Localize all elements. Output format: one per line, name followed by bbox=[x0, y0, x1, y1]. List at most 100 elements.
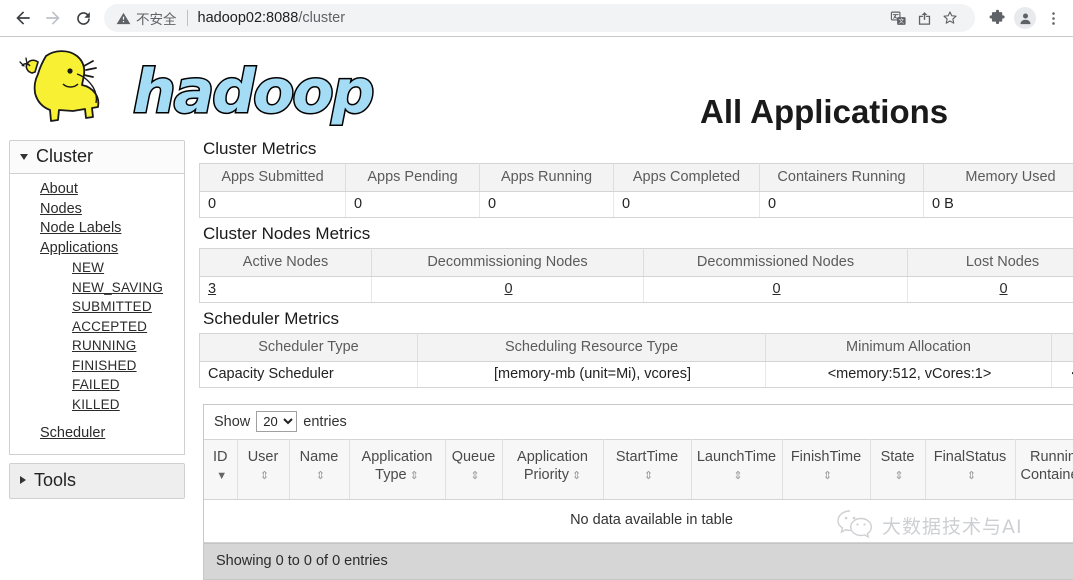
not-secure-warning-icon bbox=[116, 11, 131, 26]
sort-indicator-finalstatus[interactable]: ⇕ bbox=[967, 470, 976, 482]
entries-label: entries bbox=[303, 414, 347, 430]
sidebar-section-cluster-header[interactable]: Cluster bbox=[9, 140, 185, 174]
hadoop-logo[interactable]: hadoop bbox=[8, 44, 338, 136]
sort-indicator-user[interactable]: ⇕ bbox=[260, 470, 269, 482]
col-apps-completed[interactable]: Apps Completed bbox=[614, 164, 760, 192]
col-id[interactable]: ID ▼ bbox=[204, 440, 237, 500]
sidebar-item-about[interactable]: About bbox=[10, 180, 184, 200]
address-bar[interactable]: 不安全 hadoop02:8088/cluster 文 bbox=[104, 4, 975, 32]
sort-indicator-queue[interactable]: ⇕ bbox=[470, 470, 479, 482]
col-queue[interactable]: Queue ⇕ bbox=[445, 440, 502, 500]
col-lost-nodes[interactable]: Lost Nodes bbox=[908, 249, 1073, 277]
sort-indicator-launchtime[interactable]: ⇕ bbox=[733, 470, 742, 482]
chevron-right-icon bbox=[20, 476, 26, 484]
sidebar-item-scheduler[interactable]: Scheduler bbox=[10, 424, 184, 444]
col-starttime[interactable]: StartTime ⇕ bbox=[603, 440, 691, 500]
sort-indicator-application-type[interactable]: ⇕ bbox=[410, 470, 419, 482]
share-icon[interactable] bbox=[911, 5, 937, 31]
col-apps-submitted[interactable]: Apps Submitted bbox=[200, 164, 346, 192]
col-running-containers-label: Running Containers bbox=[1021, 449, 1073, 483]
col-application-type[interactable]: Application Type⇕ bbox=[349, 440, 445, 500]
col-user-label: User bbox=[248, 449, 279, 465]
decommissioned-nodes-link[interactable]: 0 bbox=[772, 281, 780, 297]
url-display: hadoop02:8088/cluster bbox=[198, 10, 346, 26]
col-running-containers[interactable]: Running Containers⇕ bbox=[1015, 440, 1073, 500]
sidebar-item-state-killed[interactable]: KILLED bbox=[10, 395, 184, 415]
col-memory-used[interactable]: Memory Used bbox=[924, 164, 1073, 192]
sidebar-item-state-finished[interactable]: FINISHED bbox=[10, 356, 184, 376]
col-scheduling-resource-type[interactable]: Scheduling Resource Type bbox=[418, 334, 766, 362]
scheduler-metrics-title: Scheduler Metrics bbox=[203, 308, 1073, 330]
bookmark-star-icon[interactable] bbox=[937, 5, 963, 31]
extensions-puzzle-icon[interactable] bbox=[983, 4, 1011, 32]
empty-message: No data available in table bbox=[204, 500, 1073, 543]
col-user[interactable]: User ⇕ bbox=[237, 440, 289, 500]
col-launchtime[interactable]: LaunchTime⇕ bbox=[691, 440, 782, 500]
col-maximum-allocation[interactable] bbox=[1052, 334, 1073, 362]
col-starttime-label: StartTime bbox=[616, 449, 678, 465]
sort-indicator-starttime[interactable]: ⇕ bbox=[644, 470, 653, 482]
page-length-select[interactable]: 20 bbox=[256, 411, 297, 432]
page-title: All Applications bbox=[700, 93, 1073, 131]
cell-memory-used: 0 B bbox=[924, 192, 1073, 218]
col-finalstatus-label: FinalStatus bbox=[934, 449, 1007, 465]
sidebar-item-state-running[interactable]: RUNNING bbox=[10, 336, 184, 356]
active-nodes-link[interactable]: 3 bbox=[208, 281, 216, 297]
col-active-nodes[interactable]: Active Nodes bbox=[200, 249, 372, 277]
col-finalstatus[interactable]: FinalStatus ⇕ bbox=[925, 440, 1015, 500]
back-arrow-icon bbox=[13, 8, 33, 28]
sidebar-item-applications[interactable]: Applications bbox=[10, 239, 184, 259]
sort-indicator-name[interactable]: ⇕ bbox=[316, 470, 325, 482]
col-decommissioned-nodes[interactable]: Decommissioned Nodes bbox=[644, 249, 908, 277]
col-minimum-allocation[interactable]: Minimum Allocation bbox=[766, 334, 1052, 362]
lost-nodes-link[interactable]: 0 bbox=[999, 281, 1007, 297]
forward-arrow-icon bbox=[43, 8, 63, 28]
col-state[interactable]: State⇕ bbox=[870, 440, 925, 500]
col-finishtime-label: FinishTime bbox=[791, 449, 861, 465]
sidebar-section-tools-label: Tools bbox=[34, 470, 76, 491]
sidebar-item-state-failed[interactable]: FAILED bbox=[10, 375, 184, 395]
sort-indicator-id[interactable]: ▼ bbox=[216, 470, 227, 482]
back-button[interactable] bbox=[8, 3, 38, 33]
col-apps-running[interactable]: Apps Running bbox=[480, 164, 614, 192]
table-empty-row: No data available in table bbox=[204, 500, 1073, 543]
col-scheduler-type[interactable]: Scheduler Type bbox=[200, 334, 418, 362]
translate-icon[interactable]: 文 bbox=[885, 5, 911, 31]
cluster-nodes-metrics-table: Active Nodes Decommissioning Nodes Decom… bbox=[199, 248, 1073, 303]
sidebar-item-state-new[interactable]: NEW bbox=[10, 258, 184, 278]
three-dot-menu-icon[interactable] bbox=[1039, 4, 1067, 32]
col-id-label: ID bbox=[213, 449, 228, 465]
sort-indicator-application-priority[interactable]: ⇕ bbox=[572, 470, 581, 482]
sort-indicator-state[interactable]: ⇕ bbox=[894, 470, 903, 482]
sidebar: Cluster About Nodes Node Labels Applicat… bbox=[9, 140, 185, 499]
table-row: 3 0 0 0 bbox=[200, 277, 1073, 303]
cell-apps-running: 0 bbox=[480, 192, 614, 218]
col-containers-running[interactable]: Containers Running bbox=[760, 164, 924, 192]
col-application-priority[interactable]: Application Priority⇕ bbox=[502, 440, 603, 500]
decommissioning-nodes-link[interactable]: 0 bbox=[504, 281, 512, 297]
chevron-down-icon bbox=[20, 154, 28, 160]
col-queue-label: Queue bbox=[452, 449, 496, 465]
col-name-label: Name bbox=[300, 449, 339, 465]
sidebar-item-state-new-saving[interactable]: NEW_SAVING bbox=[10, 278, 184, 298]
col-name[interactable]: Name ⇕ bbox=[289, 440, 349, 500]
cell-apps-pending: 0 bbox=[346, 192, 480, 218]
profile-avatar-icon bbox=[1014, 7, 1036, 29]
col-apps-pending[interactable]: Apps Pending bbox=[346, 164, 480, 192]
sidebar-item-state-submitted[interactable]: SUBMITTED bbox=[10, 297, 184, 317]
col-decommissioning-nodes[interactable]: Decommissioning Nodes bbox=[372, 249, 644, 277]
reload-button[interactable] bbox=[68, 3, 98, 33]
table-header-row: Active Nodes Decommissioning Nodes Decom… bbox=[200, 249, 1073, 277]
sidebar-item-state-accepted[interactable]: ACCEPTED bbox=[10, 317, 184, 337]
table-row: Capacity Scheduler [memory-mb (unit=Mi),… bbox=[200, 362, 1073, 388]
yarn-resourcemanager-page: hadoop All Applications Cluster About No… bbox=[0, 38, 1073, 538]
show-label: Show bbox=[214, 414, 250, 430]
hadoop-wordmark: hadoop bbox=[133, 62, 373, 122]
col-finishtime[interactable]: FinishTime ⇕ bbox=[782, 440, 870, 500]
sidebar-item-node-labels[interactable]: Node Labels bbox=[10, 219, 184, 239]
sidebar-section-tools-header[interactable]: Tools bbox=[9, 463, 185, 499]
sidebar-item-nodes[interactable]: Nodes bbox=[10, 200, 184, 220]
forward-button[interactable] bbox=[38, 3, 68, 33]
sort-indicator-finishtime[interactable]: ⇕ bbox=[823, 470, 832, 482]
profile-button[interactable] bbox=[1011, 4, 1039, 32]
